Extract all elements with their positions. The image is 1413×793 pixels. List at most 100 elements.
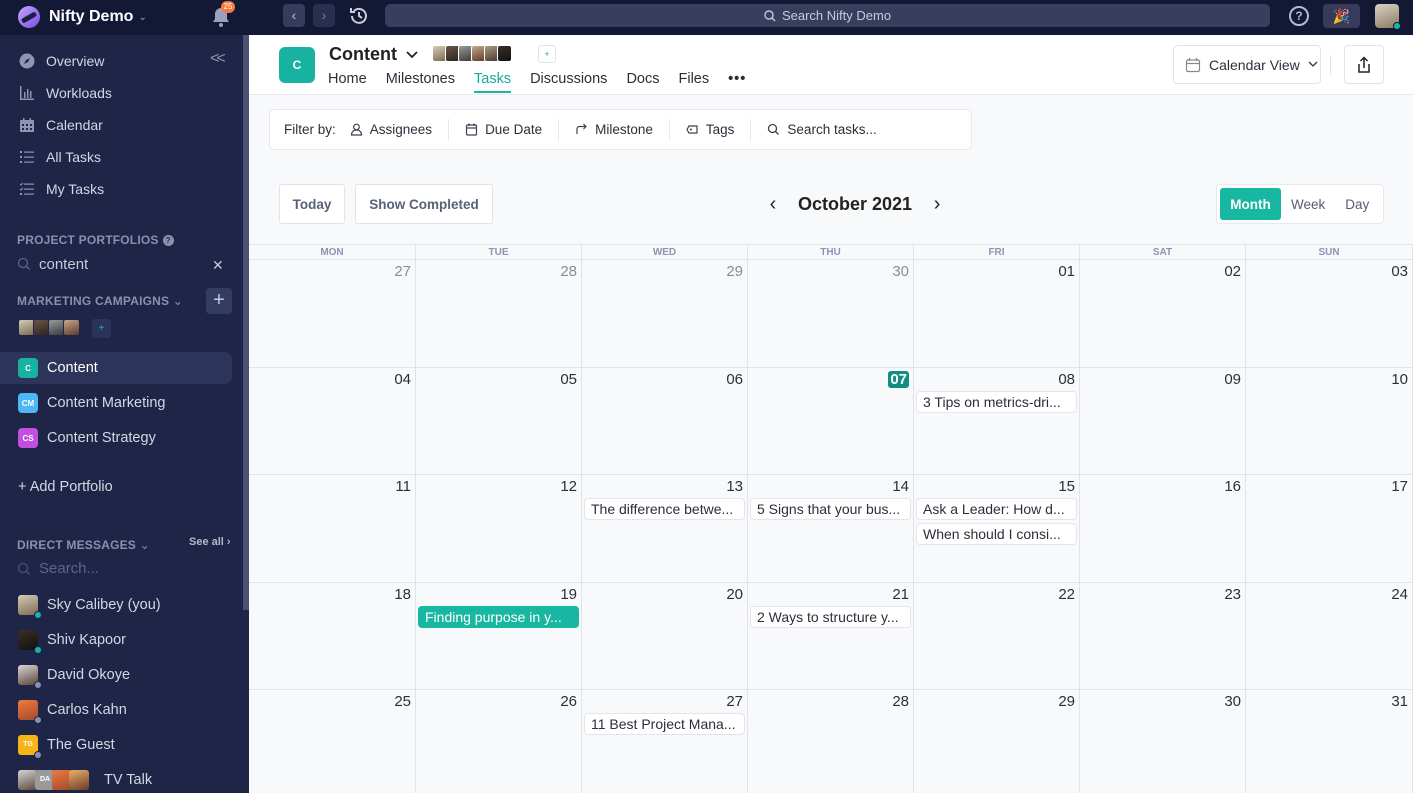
day-cell[interactable]: 27 11 Best Project Mana... — [582, 690, 748, 793]
day-cell[interactable]: 11 — [249, 475, 416, 582]
day-cell[interactable]: 03 — [1246, 260, 1413, 367]
day-cell[interactable]: 06 — [582, 368, 748, 474]
day-cell[interactable]: 13 The difference betwe... — [582, 475, 748, 582]
today-button[interactable]: Today — [279, 184, 345, 224]
dm-item[interactable]: DA TV Talk — [18, 770, 152, 790]
dm-search-input[interactable]: Search... — [17, 560, 99, 577]
collapse-sidebar-icon[interactable]: << — [210, 50, 226, 68]
day-cell[interactable]: 26 — [416, 690, 582, 793]
day-cell[interactable]: 17 — [1246, 475, 1413, 582]
dm-item[interactable]: Sky Calibey (you) — [18, 595, 161, 619]
project-item-content-marketing[interactable]: CM Content Marketing — [0, 387, 232, 419]
sidebar-item-all-tasks[interactable]: All Tasks — [18, 148, 101, 165]
back-button[interactable]: ‹ — [283, 4, 305, 27]
dm-item[interactable]: Shiv Kapoor — [18, 630, 126, 654]
day-cell[interactable]: 16 — [1080, 475, 1246, 582]
global-search-input[interactable]: Search Nifty Demo — [385, 4, 1270, 27]
project-item-content[interactable]: C Content — [0, 352, 232, 384]
day-cell[interactable]: 21 2 Ways to structure y... — [748, 583, 914, 689]
day-cell[interactable]: 09 — [1080, 368, 1246, 474]
add-project-button[interactable]: + — [206, 288, 232, 314]
day-cell[interactable]: 28 — [748, 690, 914, 793]
tab-discussions[interactable]: Discussions — [530, 71, 607, 93]
workspace-switcher[interactable]: Nifty Demo ⌄ — [18, 5, 147, 29]
day-cell[interactable]: 28 — [416, 260, 582, 367]
day-cell[interactable]: 31 — [1246, 690, 1413, 793]
day-cell[interactable]: 18 — [249, 583, 416, 689]
day-cell[interactable]: 10 — [1246, 368, 1413, 474]
view-month-button[interactable]: Month — [1220, 188, 1281, 220]
tab-home[interactable]: Home — [328, 71, 367, 93]
dm-item[interactable]: David Okoye — [18, 665, 130, 689]
day-cell[interactable]: 29 — [914, 690, 1080, 793]
dm-item[interactable]: TG The Guest — [18, 735, 115, 759]
whats-new-party-icon[interactable]: 🎉 — [1323, 4, 1360, 28]
day-cell[interactable]: 23 — [1080, 583, 1246, 689]
task-chip[interactable]: Ask a Leader: How d... — [916, 498, 1077, 520]
search-tasks-input[interactable]: Search tasks... — [751, 119, 892, 141]
day-cell[interactable]: 12 — [416, 475, 582, 582]
day-cell[interactable]: 19 Finding purpose in y... — [416, 583, 582, 689]
marketing-campaigns-heading[interactable]: MARKETING CAMPAIGNS ⌄ — [17, 294, 183, 308]
day-cell[interactable]: 24 — [1246, 583, 1413, 689]
task-chip[interactable]: When should I consi... — [916, 523, 1077, 545]
filter-due-date[interactable]: Due Date — [449, 118, 560, 141]
project-title-dropdown[interactable]: Content — [329, 44, 419, 65]
day-cell[interactable]: 30 — [748, 260, 914, 367]
day-cell[interactable]: 25 — [249, 690, 416, 793]
user-avatar[interactable] — [1375, 4, 1401, 30]
see-all-link[interactable]: See all › — [189, 536, 231, 548]
tab-tasks[interactable]: Tasks — [474, 71, 512, 93]
direct-messages-heading[interactable]: DIRECT MESSAGES ⌄ — [17, 538, 150, 552]
history-icon[interactable] — [348, 5, 370, 27]
project-item-content-strategy[interactable]: CS Content Strategy — [0, 422, 232, 454]
day-cell[interactable]: 04 — [249, 368, 416, 474]
view-selector-button[interactable]: Calendar View — [1173, 45, 1321, 84]
share-button[interactable] — [1344, 45, 1384, 84]
tab-docs[interactable]: Docs — [626, 71, 659, 93]
sidebar-item-workloads[interactable]: Workloads — [18, 84, 112, 101]
show-completed-button[interactable]: Show Completed — [355, 184, 493, 224]
clear-search-icon[interactable]: ✕ — [212, 257, 224, 274]
day-cell[interactable]: 29 — [582, 260, 748, 367]
sidebar-item-overview[interactable]: Overview — [18, 52, 104, 69]
tab-files[interactable]: Files — [678, 71, 709, 93]
task-chip[interactable]: Finding purpose in y... — [418, 606, 579, 628]
task-chip[interactable]: The difference betwe... — [584, 498, 745, 520]
day-cell[interactable]: 14 5 Signs that your bus... — [748, 475, 914, 582]
day-cell[interactable]: 27 — [249, 260, 416, 367]
project-members[interactable] — [432, 45, 512, 62]
day-cell[interactable]: 22 — [914, 583, 1080, 689]
day-cell[interactable]: 01 — [914, 260, 1080, 367]
task-chip[interactable]: 5 Signs that your bus... — [750, 498, 911, 520]
day-cell[interactable]: 15 Ask a Leader: How d... When should I co… — [914, 475, 1080, 582]
campaign-members[interactable] — [18, 319, 80, 336]
day-cell[interactable]: 02 — [1080, 260, 1246, 367]
sidebar-item-my-tasks[interactable]: My Tasks — [18, 180, 104, 197]
day-cell[interactable]: 05 — [416, 368, 582, 474]
prev-month-button[interactable]: ‹ — [765, 193, 781, 216]
more-tabs-icon[interactable]: ••• — [728, 71, 746, 93]
day-cell[interactable]: 30 — [1080, 690, 1246, 793]
task-chip[interactable]: 3 Tips on metrics-dri... — [916, 391, 1077, 413]
day-cell[interactable]: 20 — [582, 583, 748, 689]
task-chip[interactable]: 2 Ways to structure y... — [750, 606, 911, 628]
forward-button[interactable]: › — [313, 4, 335, 27]
add-member-icon[interactable]: + — [538, 45, 556, 63]
add-portfolio-button[interactable]: + Add Portfolio — [18, 479, 113, 495]
portfolio-search-input[interactable]: content — [17, 254, 232, 274]
filter-assignees[interactable]: Assignees — [350, 118, 450, 141]
tab-milestones[interactable]: Milestones — [386, 71, 455, 93]
dm-item[interactable]: Carlos Kahn — [18, 700, 127, 724]
next-month-button[interactable]: › — [929, 193, 945, 216]
help-icon[interactable]: ? — [162, 235, 174, 246]
view-week-button[interactable]: Week — [1281, 188, 1335, 220]
filter-milestone[interactable]: Milestone — [559, 118, 670, 141]
sidebar-item-calendar[interactable]: Calendar — [18, 116, 103, 133]
day-cell[interactable]: 07 — [748, 368, 914, 474]
add-member-icon[interactable]: + — [92, 319, 111, 338]
day-cell[interactable]: 08 3 Tips on metrics-dri... — [914, 368, 1080, 474]
task-chip[interactable]: 11 Best Project Mana... — [584, 713, 745, 735]
view-day-button[interactable]: Day — [1335, 188, 1379, 220]
filter-tags[interactable]: Tags — [670, 118, 752, 141]
